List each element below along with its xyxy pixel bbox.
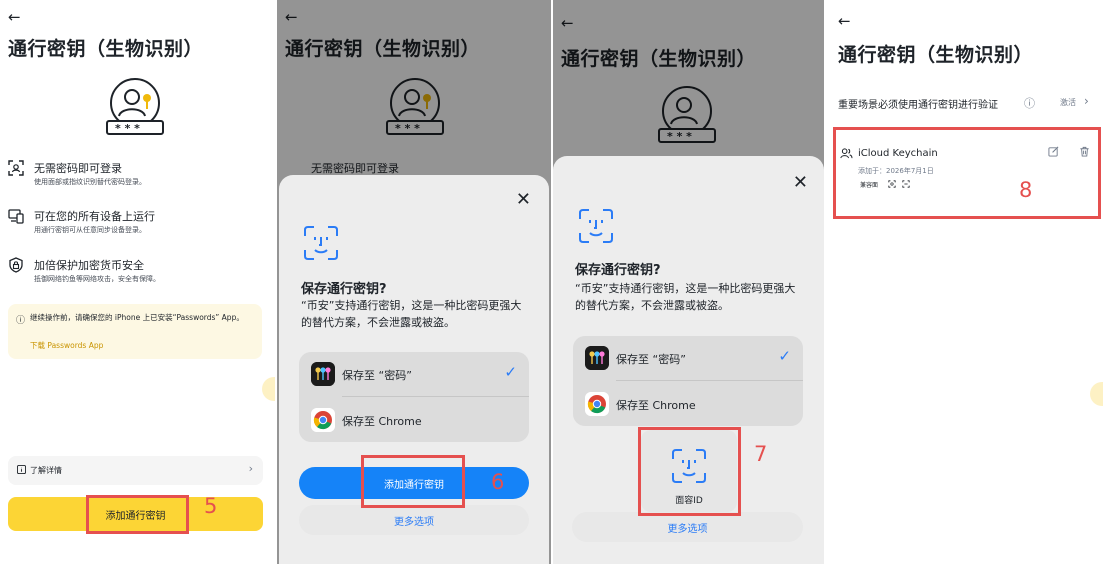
chevron-right-icon: › bbox=[248, 462, 253, 475]
setting-value: 激活 bbox=[1060, 98, 1076, 107]
more-options-button[interactable]: 更多选项 bbox=[299, 505, 529, 535]
more-options-button[interactable]: 更多选项 bbox=[572, 512, 803, 542]
more-options-label: 更多选项 bbox=[667, 524, 708, 535]
face-id-icon bbox=[304, 226, 338, 260]
chrome-icon bbox=[311, 408, 335, 432]
learn-more-row[interactable]: 了解详情 › bbox=[8, 456, 263, 485]
close-icon[interactable]: ✕ bbox=[793, 172, 808, 193]
lock-shield-icon bbox=[9, 257, 23, 273]
chrome-icon bbox=[585, 392, 609, 416]
close-icon[interactable]: ✕ bbox=[516, 189, 531, 210]
checkmark-icon: ✓ bbox=[504, 363, 517, 381]
info-icon: ⓘ bbox=[16, 316, 26, 326]
back-arrow-icon[interactable]: ← bbox=[8, 8, 21, 26]
sheet-description: “币安”支持通行密钥，这是一种比密码更强大的替代方案，不会泄露或被盗。 bbox=[575, 282, 796, 312]
feature-desc: 使用面部或指纹识别替代密码登录。 bbox=[34, 178, 146, 186]
save-location-list: 保存至 “密码” ✓ 保存至 Chrome bbox=[299, 352, 529, 442]
divider bbox=[342, 396, 529, 397]
feature-title: 加倍保护加密货币安全 bbox=[34, 259, 144, 272]
face-scan-icon bbox=[8, 160, 24, 176]
chevron-right-icon: › bbox=[1084, 94, 1089, 108]
face-id-icon bbox=[579, 209, 613, 243]
option-save-to-passwords[interactable]: 保存至 “密码” ✓ bbox=[573, 336, 803, 380]
checkmark-icon: ✓ bbox=[778, 347, 791, 365]
divider bbox=[616, 380, 803, 381]
page-title: 通行密钥（生物识别） bbox=[8, 38, 204, 60]
download-passwords-link[interactable]: 下载 Passwords App bbox=[30, 340, 103, 351]
info-box-icon bbox=[17, 465, 26, 474]
step-number: 7 bbox=[754, 442, 768, 466]
passkey-user-icon: * * * _ bbox=[106, 78, 164, 135]
save-location-list: 保存至 “密码” ✓ 保存至 Chrome bbox=[573, 336, 803, 426]
sheet-description: “币安”支持通行密钥，这是一种比密码更强大的替代方案，不会泄露或被盗。 bbox=[301, 299, 522, 329]
step-number: 5 bbox=[204, 494, 218, 518]
passwords-app-icon bbox=[585, 346, 609, 370]
option-label: 保存至 “密码” bbox=[342, 369, 412, 382]
step-highlight-box bbox=[86, 495, 189, 534]
step-number: 8 bbox=[1019, 178, 1033, 202]
page-title: 通行密钥（生物识别） bbox=[838, 44, 1034, 66]
step-highlight-box bbox=[833, 127, 1101, 219]
passwords-app-icon bbox=[311, 362, 335, 386]
more-options-label: 更多选项 bbox=[394, 517, 434, 528]
option-save-to-chrome[interactable]: 保存至 Chrome bbox=[573, 382, 803, 426]
devices-icon bbox=[8, 209, 24, 224]
svg-text:* * * _: * * * _ bbox=[115, 122, 150, 135]
learn-more-label: 了解详情 bbox=[30, 466, 62, 475]
sheet-title: 保存通行密钥? bbox=[301, 282, 387, 297]
screen-passkey-management: ← 通行密钥（生物识别） bbox=[826, 0, 1103, 564]
passwords-app-notice: ⓘ 继续操作前，请确保您的 iPhone 上已安装“Passwords” App… bbox=[8, 304, 262, 359]
require-passkey-setting[interactable]: 重要场景必须使用通行密钥进行验证 ⓘ 激活 › bbox=[838, 94, 1096, 111]
option-label: 保存至 Chrome bbox=[616, 399, 696, 412]
feature-title: 可在您的所有设备上运行 bbox=[34, 210, 155, 223]
option-save-to-passwords[interactable]: 保存至 “密码” ✓ bbox=[299, 352, 529, 396]
feature-desc: 用通行密钥可从任意同步设备登录。 bbox=[34, 226, 146, 234]
option-label: 保存至 “密码” bbox=[616, 353, 686, 366]
feature-desc: 抵御网络钓鱼等网络攻击，安全有保障。 bbox=[34, 275, 160, 283]
option-save-to-chrome[interactable]: 保存至 Chrome bbox=[299, 398, 529, 442]
screen-passkey-intro: ← 通行密钥（生物识别） * * * _ 无需密码即可登录 使用面部或指纹识别替… bbox=[0, 0, 275, 564]
step-highlight-box bbox=[361, 455, 465, 508]
sheet-title: 保存通行密钥? bbox=[575, 263, 661, 278]
feature-title: 无需密码即可登录 bbox=[34, 162, 122, 175]
notice-text: 继续操作前，请确保您的 iPhone 上已安装“Passwords” App。 bbox=[30, 313, 244, 322]
setting-label: 重要场景必须使用通行密钥进行验证 bbox=[838, 100, 998, 111]
back-arrow-icon[interactable]: ← bbox=[838, 12, 851, 30]
info-icon: ⓘ bbox=[1024, 97, 1035, 110]
step-highlight-box bbox=[638, 427, 741, 516]
step-number: 6 bbox=[491, 470, 505, 494]
option-label: 保存至 Chrome bbox=[342, 415, 422, 428]
